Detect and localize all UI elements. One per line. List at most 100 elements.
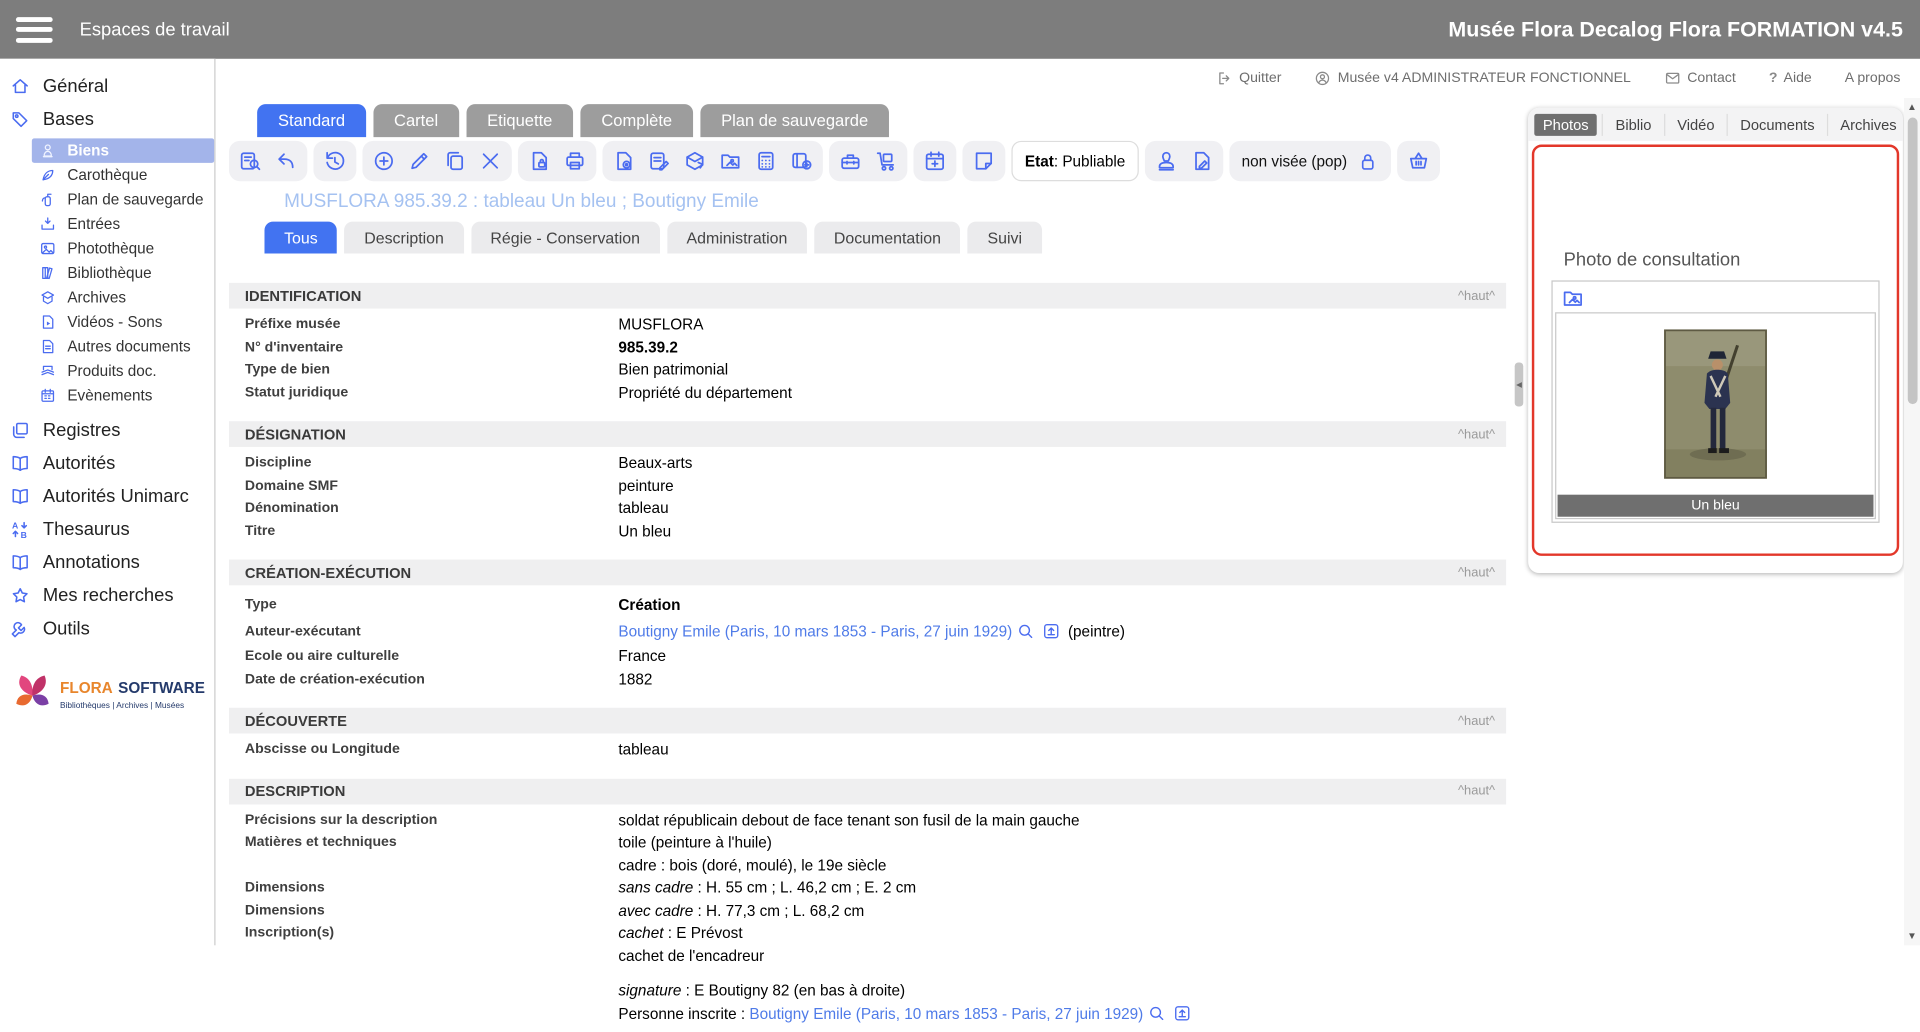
clipboard-edit-icon	[648, 149, 671, 172]
authority-link[interactable]: Boutigny Emile (Paris, 10 mars 1853 - Pa…	[749, 1005, 1143, 1022]
utility-quitter[interactable]: Quitter	[1216, 70, 1282, 87]
delete-button[interactable]	[479, 149, 502, 172]
panel-splitter[interactable]: ◀	[1515, 362, 1524, 406]
top-anchor-link[interactable]: ^haut^	[1458, 427, 1495, 442]
sidebar-item-plan-de-sauvegarde[interactable]: Plan de sauvegarde	[32, 187, 214, 211]
utility-musee-v4-administrateur-fonctionnel[interactable]: Musée v4 ADMINISTRATEUR FONCTIONNEL	[1314, 70, 1630, 87]
doc-export-button[interactable]	[528, 149, 551, 172]
search-icon[interactable]	[1016, 621, 1034, 639]
scrollbar[interactable]: ▲ ▼	[1904, 98, 1920, 945]
sidebar-item-carotheque[interactable]: Carothèque	[32, 163, 214, 187]
open-ext-icon[interactable]	[1173, 1003, 1191, 1021]
trolley-icon	[874, 149, 897, 172]
sidebar-item-biens[interactable]: Biens	[32, 138, 214, 162]
top-anchor-link[interactable]: ^haut^	[1458, 784, 1495, 799]
sidebar-item-outils[interactable]: Outils	[0, 612, 214, 644]
view-tab-plan-de-sauvegarde[interactable]: Plan de sauvegarde	[700, 104, 889, 137]
lock-icon[interactable]	[1357, 150, 1379, 172]
sidebar-item-produits-doc[interactable]: Produits doc.	[32, 359, 214, 383]
search-icon[interactable]	[1147, 1003, 1165, 1021]
book-add-button[interactable]	[790, 149, 813, 172]
calculator-button[interactable]	[754, 149, 777, 172]
workspace-label[interactable]: Espaces de travail	[80, 19, 230, 40]
basket-button[interactable]	[1407, 149, 1430, 172]
top-anchor-link[interactable]: ^haut^	[1458, 288, 1495, 303]
sidebar-item-evenements[interactable]: Evènements	[32, 383, 214, 407]
sidebar-item-autorites-unimarc[interactable]: Autorités Unimarc	[0, 480, 214, 512]
undo-button[interactable]	[274, 149, 297, 172]
sidebar-item-phototheque[interactable]: Photothèque	[32, 236, 214, 260]
field-label: Dénomination	[245, 497, 618, 520]
view-tab-complete[interactable]: Complète	[581, 104, 693, 137]
trolley-button[interactable]	[874, 149, 897, 172]
record-tab-tous[interactable]: Tous	[264, 222, 337, 254]
utility-label: Musée v4 ADMINISTRATEUR FONCTIONNEL	[1338, 71, 1631, 86]
sidebar-item-thesaurus[interactable]: ABThesaurus	[0, 513, 214, 545]
sidebar-item-entrees[interactable]: Entrées	[32, 212, 214, 236]
top-anchor-link[interactable]: ^haut^	[1458, 565, 1495, 580]
book-open-icon	[10, 486, 31, 507]
media-tab-documents[interactable]: Documents	[1727, 113, 1827, 135]
sidebar-item-annotations[interactable]: Annotations	[0, 546, 214, 578]
note-button[interactable]	[972, 149, 995, 172]
view-tab-cartel[interactable]: Cartel	[373, 104, 459, 137]
edit-button[interactable]	[408, 149, 431, 172]
scroll-down-icon[interactable]: ▼	[1904, 928, 1920, 944]
record-tab-description[interactable]: Description	[345, 222, 464, 254]
sidebar-item-bibliotheque[interactable]: Bibliothèque	[32, 261, 214, 285]
record-tab-suivi[interactable]: Suivi	[968, 222, 1042, 254]
sidebar-item-bases[interactable]: Bases	[0, 103, 214, 135]
sidebar-item-general[interactable]: Général	[0, 70, 214, 102]
section-title: DESCRIPTION	[245, 782, 345, 799]
record-tab-administration[interactable]: Administration	[667, 222, 807, 254]
doc-attach-button[interactable]	[612, 149, 635, 172]
media-tab-archives[interactable]: Archives	[1827, 113, 1909, 135]
calendar-add-button[interactable]	[923, 149, 946, 172]
scroll-up-icon[interactable]: ▲	[1904, 99, 1920, 115]
sidebar-item-registres[interactable]: Registres	[0, 414, 214, 446]
view-tab-standard[interactable]: Standard	[257, 104, 366, 137]
scrollbar-thumb[interactable]	[1907, 118, 1917, 405]
top-anchor-link[interactable]: ^haut^	[1458, 713, 1495, 728]
utility-label: Aide	[1784, 71, 1812, 86]
utility-a-propos[interactable]: A propos	[1845, 71, 1901, 86]
field-row: Type de bienBien patrimonial	[229, 359, 1506, 382]
media-tab-photos[interactable]: Photos	[1534, 113, 1597, 135]
sidebar-item-videos-sons[interactable]: Vidéos - Sons	[32, 310, 214, 334]
record-tab-regie-conservation[interactable]: Régie - Conservation	[471, 222, 660, 254]
photo-frame[interactable]: Un bleu	[1555, 312, 1876, 519]
sidebar-item-autorites[interactable]: Autorités	[0, 447, 214, 479]
utility-aide[interactable]: ?Aide	[1769, 71, 1812, 86]
media-tab-biblio[interactable]: Biblio	[1602, 113, 1664, 135]
folder-image-button[interactable]	[719, 149, 742, 172]
artwork-thumbnail[interactable]	[1664, 329, 1767, 478]
value-line: Création	[618, 594, 680, 617]
authority-link[interactable]: Boutigny Emile (Paris, 10 mars 1853 - Pa…	[618, 623, 1012, 640]
value-text: cachet	[618, 924, 663, 941]
print-button[interactable]	[563, 149, 586, 172]
add-button[interactable]	[372, 149, 395, 172]
open-ext-icon[interactable]	[1042, 621, 1060, 639]
folder-image-icon	[719, 149, 742, 172]
history-button[interactable]	[323, 149, 346, 172]
copy-button[interactable]	[443, 149, 466, 172]
record-tab-documentation[interactable]: Documentation	[814, 222, 960, 254]
doc-edit-button[interactable]	[1190, 149, 1213, 172]
utility-contact[interactable]: Contact	[1664, 70, 1736, 87]
sidebar-item-mes-recherches[interactable]: Mes recherches	[0, 579, 214, 611]
clipboard-edit-button[interactable]	[648, 149, 671, 172]
hamburger-icon[interactable]	[16, 17, 53, 43]
view-tab-etiquette[interactable]: Etiquette	[466, 104, 573, 137]
toolbox-button[interactable]	[839, 149, 862, 172]
section-title: IDENTIFICATION	[245, 287, 361, 304]
search-list-button[interactable]	[239, 149, 262, 172]
package-button[interactable]	[683, 149, 706, 172]
stamp-button[interactable]	[1155, 149, 1178, 172]
sidebar-item-autres-documents[interactable]: Autres documents	[32, 334, 214, 358]
sidebar-item-archives[interactable]: Archives	[32, 285, 214, 309]
media-tab-video[interactable]: Vidéo	[1664, 113, 1727, 135]
folder-image-icon[interactable]	[1561, 287, 1878, 310]
calculator-icon	[754, 149, 777, 172]
sidebar-item-label: Archives	[67, 289, 126, 306]
field-value: signature : E Boutigny 82 (en bas à droi…	[618, 980, 905, 1003]
